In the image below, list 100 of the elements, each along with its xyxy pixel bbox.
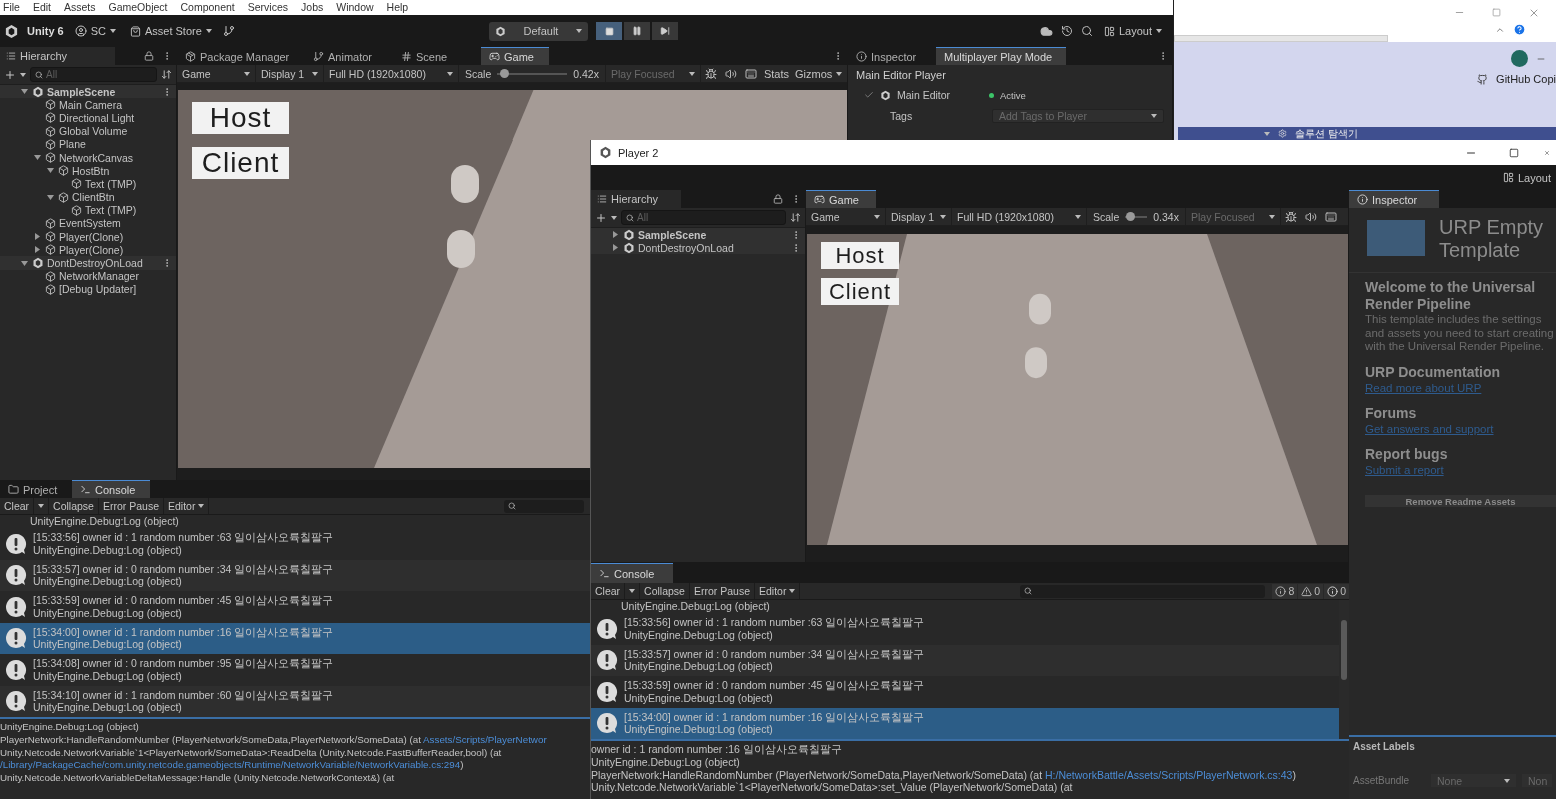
error-pause-button[interactable]: Error Pause bbox=[689, 583, 755, 599]
collapsed-arrow-icon[interactable] bbox=[612, 231, 619, 239]
panel-tab[interactable]: Console bbox=[72, 480, 150, 498]
menu-item[interactable]: Jobs bbox=[301, 1, 324, 14]
cloud-icon[interactable] bbox=[1039, 24, 1053, 38]
expanded-arrow-icon[interactable] bbox=[21, 88, 28, 96]
error-pause-button[interactable]: Error Pause bbox=[98, 498, 164, 514]
hierarchy-item[interactable]: Directional Light bbox=[0, 111, 176, 125]
layout-dropdown[interactable]: Layout bbox=[1499, 168, 1554, 187]
help-icon[interactable] bbox=[1513, 23, 1526, 36]
search-field[interactable] bbox=[1020, 584, 1266, 598]
hierarchy-item[interactable]: [Debug Updater] bbox=[0, 282, 176, 296]
hierarchy-item[interactable]: Plane bbox=[0, 137, 176, 151]
inspector-tab[interactable]: Multiplayer Play Mode bbox=[936, 47, 1066, 65]
chevron-up-icon[interactable] bbox=[1495, 25, 1505, 35]
hierarchy-item[interactable]: DontDestroyOnLoad bbox=[0, 256, 176, 270]
clear-button[interactable]: Clear bbox=[591, 583, 626, 599]
hierarchy-item[interactable]: Player(Clone) bbox=[0, 230, 176, 244]
log-entry[interactable]: [15:34:00] owner id : 1 random number :16 일이삼사오륙칠팔구 UnityEngine.Debug:Log (object) bbox=[591, 707, 1339, 739]
menu-item[interactable]: Assets bbox=[64, 1, 96, 14]
hierarchy-item[interactable]: Player(Clone) bbox=[0, 243, 176, 257]
hierarchy-item[interactable]: Main Camera bbox=[0, 98, 176, 112]
hierarchy-item[interactable]: NetworkManager bbox=[0, 269, 176, 283]
log-entry[interactable]: [15:33:57] owner id : 0 random number :34 일이삼사오륙칠팔구 UnityEngine.Debug:Log (object) bbox=[591, 644, 1339, 676]
hierarchy-tab[interactable]: Hierarchy bbox=[591, 190, 681, 208]
hierarchy-item[interactable]: Text (TMP) bbox=[0, 203, 176, 217]
hierarchy-tab[interactable]: Hierarchy bbox=[0, 47, 115, 65]
hierarchy-item[interactable]: NetworkCanvas bbox=[0, 150, 176, 165]
asset-store-button[interactable]: Asset Store bbox=[126, 21, 215, 41]
history-icon[interactable] bbox=[1060, 25, 1073, 37]
account-button[interactable]: SC bbox=[71, 21, 119, 41]
search-field[interactable] bbox=[504, 499, 584, 513]
game-ui-button[interactable]: Host bbox=[192, 102, 289, 134]
editor-tab[interactable]: Game bbox=[481, 47, 549, 65]
expanded-arrow-icon[interactable] bbox=[47, 193, 54, 201]
collapse-button[interactable]: Collapse bbox=[640, 583, 690, 599]
caret-icon bbox=[836, 71, 843, 76]
hierarchy-item[interactable]: Global Volume bbox=[0, 124, 176, 138]
hierarchy-item[interactable]: SampleScene bbox=[591, 228, 805, 242]
hierarchy-item[interactable]: SampleScene bbox=[0, 85, 176, 99]
menu-item[interactable]: Edit bbox=[32, 1, 51, 14]
file-link[interactable]: Assets/Scripts/PlayerNetwor bbox=[423, 733, 547, 745]
menu-item[interactable]: Help bbox=[386, 1, 409, 14]
caret-icon bbox=[20, 72, 26, 77]
layout-dropdown[interactable]: Layout bbox=[1100, 21, 1165, 41]
sort-icon[interactable] bbox=[790, 212, 801, 223]
copilot-label[interactable]: GitHub Copi bbox=[1496, 73, 1556, 85]
stats-button[interactable]: Stats bbox=[760, 64, 793, 83]
hierarchy-item[interactable]: Text (TMP) bbox=[0, 177, 176, 191]
checkmark-icon[interactable] bbox=[864, 90, 874, 100]
cube-icon bbox=[45, 152, 56, 164]
readme-heading: Welcome to the Universal Render Pipeline bbox=[1365, 279, 1537, 313]
info-message-icon bbox=[4, 594, 28, 619]
hierarchy-item[interactable]: ClientBtn bbox=[0, 190, 176, 204]
cube-icon bbox=[45, 217, 56, 229]
branch-icon[interactable] bbox=[222, 25, 235, 37]
slider-thumb[interactable] bbox=[500, 69, 510, 78]
file-link[interactable]: H:/NetworkBattle/Assets/Scripts/PlayerNetwork.cs:43 bbox=[1045, 768, 1293, 781]
expanded-arrow-icon[interactable] bbox=[34, 154, 41, 162]
collapsed-arrow-icon[interactable] bbox=[34, 246, 41, 254]
add-icon[interactable] bbox=[595, 211, 607, 224]
log-entry[interactable]: [15:33:57] owner id : 0 random number :34 일이삼사오륙칠팔구 UnityEngine.Debug:Log (object) bbox=[0, 559, 590, 591]
game-ui-button[interactable]: Client bbox=[192, 147, 289, 179]
add-icon[interactable] bbox=[4, 68, 16, 81]
collapsed-arrow-icon[interactable] bbox=[34, 233, 41, 241]
log-entry[interactable]: [15:34:10] owner id : 1 random number :60 일이삼사오륙칠팔구 UnityEngine.Debug:Log (object) bbox=[0, 685, 590, 717]
editor-dropdown[interactable]: Editor bbox=[164, 498, 210, 514]
hierarchy-item[interactable]: DontDestroyOnLoad bbox=[591, 241, 805, 255]
menu-item[interactable]: File bbox=[3, 1, 20, 14]
search-icon[interactable] bbox=[1080, 25, 1093, 37]
log-count-toggle[interactable]: 0 bbox=[1324, 583, 1349, 599]
clear-button[interactable]: Clear bbox=[0, 498, 35, 514]
play-button[interactable] bbox=[596, 22, 622, 40]
sort-icon[interactable] bbox=[161, 69, 172, 80]
menu-item[interactable]: Window bbox=[336, 1, 374, 14]
game-ui-button[interactable]: Host bbox=[821, 242, 899, 269]
menu-item[interactable]: Component bbox=[180, 1, 235, 14]
expanded-arrow-icon[interactable] bbox=[47, 167, 54, 175]
log-count-toggle[interactable]: 8 bbox=[1272, 583, 1298, 599]
game-tab[interactable]: Game bbox=[806, 190, 876, 208]
collapsed-arrow-icon[interactable] bbox=[612, 244, 619, 252]
hierarchy-item[interactable]: EventSystem bbox=[0, 216, 176, 231]
inspector-tab[interactable]: Inspector bbox=[1349, 190, 1439, 208]
log-count-toggle[interactable]: 0 bbox=[1298, 583, 1324, 599]
preset-dropdown[interactable]: Default bbox=[489, 21, 588, 41]
remove-readme-button[interactable]: Remove Readme Assets bbox=[1365, 494, 1556, 507]
console-icon bbox=[599, 568, 610, 579]
editor-dropdown[interactable]: Editor bbox=[755, 583, 801, 599]
panel-tab[interactable]: Console bbox=[591, 563, 673, 583]
expanded-arrow-icon[interactable] bbox=[21, 259, 28, 267]
menu-item[interactable]: Services bbox=[247, 1, 289, 14]
collapse-button[interactable]: Collapse bbox=[49, 498, 99, 514]
step-button[interactable] bbox=[652, 22, 678, 40]
log-entry[interactable]: [15:34:00] owner id : 1 random number :16 일이삼사오륙칠팔구 UnityEngine.Debug:Log (object) bbox=[0, 622, 590, 654]
game-ui-button[interactable]: Client bbox=[821, 278, 899, 305]
gizmos-button[interactable]: Gizmos bbox=[792, 64, 846, 83]
pause-button[interactable] bbox=[624, 22, 650, 40]
slider-thumb[interactable] bbox=[1125, 212, 1135, 221]
hierarchy-item[interactable]: HostBtn bbox=[0, 164, 176, 178]
menu-item[interactable]: GameObject bbox=[108, 1, 168, 14]
